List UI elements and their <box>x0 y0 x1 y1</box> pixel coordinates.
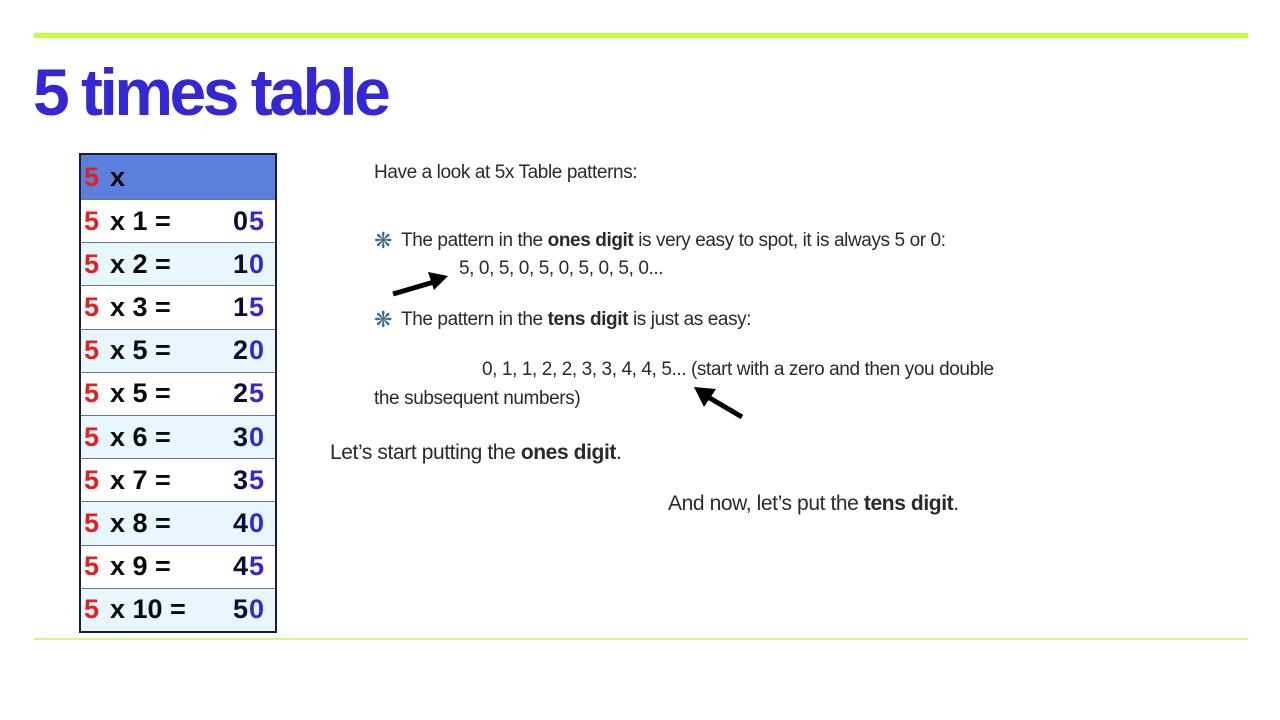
times-table-row: 5 x 5 = 20 <box>81 328 275 372</box>
times-table-row: 5 x 2 = 10 <box>81 242 275 286</box>
step-text-post: . <box>615 441 622 464</box>
arrow-right-up-icon <box>392 272 448 297</box>
row-expression: x 7 = <box>110 464 171 495</box>
result-ones-digit: 0 <box>248 594 265 625</box>
row-multiplier: 5 <box>84 378 100 409</box>
bullet-text-bold: ones digit <box>547 230 634 251</box>
row-result: 15 <box>232 291 265 322</box>
step-tens-digit: And now, let’s put the tens digit. <box>668 492 959 516</box>
slide-title: 5 times table <box>33 55 391 129</box>
step-text-post: . <box>953 492 959 515</box>
bullet-text-post: is very easy to spot, it is always 5 or … <box>633 230 946 251</box>
result-tens-digit: 4 <box>232 551 249 582</box>
row-result: 50 <box>233 596 265 623</box>
row-expression: x 9 = <box>110 551 171 582</box>
tens-sequence: 0, 1, 1, 2, 2, 3, 3, 4, 4, 5... (start w… <box>482 359 994 380</box>
sparkle-icon: ❋ <box>374 228 393 253</box>
result-ones-digit: 5 <box>248 205 265 236</box>
row-expression: x 5 = <box>110 335 171 366</box>
sparkle-icon: ❋ <box>374 307 393 332</box>
step-ones-digit: Let’s start putting the ones digit. <box>330 441 622 465</box>
result-ones-digit: 0 <box>248 507 265 538</box>
bullet-text-bold: tens digit <box>547 309 629 330</box>
result-ones-digit: 5 <box>248 378 265 409</box>
times-table-row: 5x 10 = 50 <box>81 587 275 631</box>
bullet-tens-digit: ❋ The pattern in the tens digit is just a… <box>374 307 752 332</box>
row-result: 35 <box>232 464 265 495</box>
result-tens-digit: 1 <box>232 248 249 279</box>
times-table-row: 5x 1 = 05 <box>81 199 275 243</box>
row-multiplier: 5 <box>84 507 100 538</box>
intro-text: Have a look at 5x Table patterns: <box>374 162 638 183</box>
result-tens-digit: 3 <box>232 421 249 452</box>
times-table-row: 5 x 6 = 30 <box>81 414 275 459</box>
times-table-row: 5 x 8 = 40 <box>81 501 275 545</box>
result-tens-digit: 2 <box>232 335 249 366</box>
header-operator: x <box>110 161 126 192</box>
times-table: 5 x 5x 1 = 05 5 x 2 = 10 5 x 3 = 15 5 x 5 = 20 5 x 5… <box>79 153 277 633</box>
top-accent-rule <box>34 33 1248 38</box>
step-text-bold: ones digit <box>520 441 617 464</box>
header-multiplier: 5 <box>84 161 100 192</box>
result-ones-digit: 0 <box>248 248 265 279</box>
times-table-row: 5x 3 = 15 <box>81 285 275 329</box>
result-ones-digit: 0 <box>248 421 265 452</box>
bullet-text-pre: The pattern in the <box>401 309 548 330</box>
result-tens-digit: 1 <box>232 291 249 322</box>
row-result: 20 <box>233 337 265 364</box>
result-tens-digit: 3 <box>232 464 249 495</box>
step-text-pre: Let’s start putting the <box>330 441 521 464</box>
row-expression: x 1 = <box>110 205 171 236</box>
row-expression: x 6 = <box>110 421 171 452</box>
row-multiplier: 5 <box>84 551 100 582</box>
row-result: 40 <box>232 507 265 538</box>
row-expression: x 8 = <box>110 507 171 538</box>
times-table-row: 5x 7 = 35 <box>81 458 275 502</box>
step-text-bold: tens digit <box>863 492 954 515</box>
row-multiplier: 5 <box>84 291 100 322</box>
bullet-text-post: is just as easy: <box>628 309 752 330</box>
times-table-row: 5x 9 = 45 <box>81 544 275 588</box>
row-result: 30 <box>232 421 265 452</box>
row-expression: x 2 = <box>110 248 171 279</box>
bullet-ones-digit: ❋ The pattern in the ones digit is very e… <box>374 230 946 252</box>
row-result: 25 <box>233 380 265 407</box>
row-expression: x 5 = <box>110 378 171 409</box>
row-multiplier: 5 <box>84 464 100 495</box>
row-expression: x 3 = <box>110 291 171 322</box>
result-tens-digit: 4 <box>232 507 249 538</box>
row-multiplier: 5 <box>84 205 100 236</box>
tens-sequence-continued: the subsequent numbers) <box>374 388 581 409</box>
result-tens-digit: 5 <box>232 594 249 625</box>
bottom-accent-rule <box>34 638 1248 640</box>
row-result: 10 <box>232 248 265 279</box>
step-text-pre: And now, let’s put the <box>668 492 864 515</box>
arrow-left-up-icon <box>694 387 744 420</box>
row-multiplier: 5 <box>84 594 100 625</box>
row-result: 45 <box>233 553 265 580</box>
result-ones-digit: 0 <box>248 335 265 366</box>
row-multiplier: 5 <box>84 248 100 279</box>
row-multiplier: 5 <box>84 335 100 366</box>
row-multiplier: 5 <box>84 421 100 452</box>
times-table-header: 5 x <box>81 155 275 199</box>
result-tens-digit: 0 <box>232 205 249 236</box>
result-ones-digit: 5 <box>248 464 265 495</box>
times-table-row: 5x 5 = 25 <box>81 371 275 415</box>
result-tens-digit: 2 <box>232 378 249 409</box>
ones-sequence: 5, 0, 5, 0, 5, 0, 5, 0, 5, 0... <box>459 258 664 279</box>
result-ones-digit: 5 <box>248 551 265 582</box>
row-result: 05 <box>232 205 265 236</box>
bullet-text-pre: The pattern in the <box>401 230 548 251</box>
result-ones-digit: 5 <box>248 291 265 322</box>
row-expression: x 10 = <box>110 594 186 625</box>
